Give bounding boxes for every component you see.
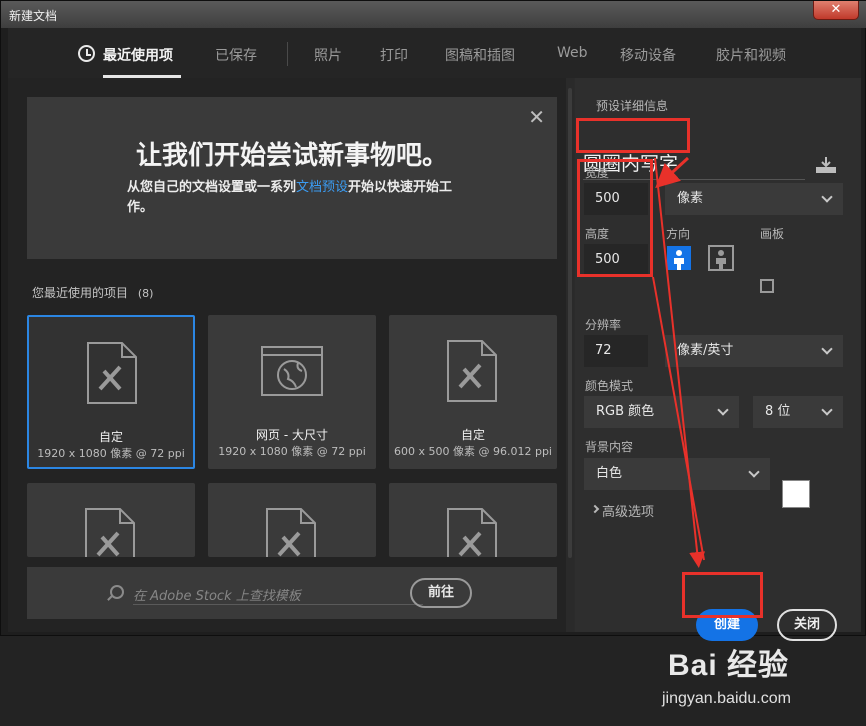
close-icon[interactable]: ✕: [528, 107, 545, 127]
title-bar: 新建文档 ✕: [1, 1, 866, 28]
new-document-dialog: 最近使用项 已保存 照片 打印 图稿和插图 Web 移动设备 胶片和视频 让我们…: [8, 28, 861, 641]
annotation-box-size: [577, 159, 653, 277]
chevron-down-icon: [717, 404, 729, 416]
chevron-down-icon: [821, 404, 833, 416]
tab-film-video[interactable]: 胶片和视频: [716, 45, 786, 65]
color-mode-select[interactable]: RGB 颜色: [584, 396, 739, 428]
chevron-down-icon: [748, 466, 760, 478]
tab-saved[interactable]: 已保存: [215, 45, 257, 65]
size-unit-select[interactable]: 像素: [665, 183, 843, 215]
welcome-title: 让我们开始尝试新事物吧。: [135, 141, 448, 171]
chevron-down-icon: [821, 343, 833, 355]
color-mode-label: 颜色模式: [585, 379, 634, 393]
background-select[interactable]: 白色: [584, 458, 770, 490]
web-globe-icon: [261, 346, 323, 396]
background-value: 白色: [596, 466, 623, 481]
stock-search-input[interactable]: 在 Adobe Stock 上查找模板: [133, 585, 423, 605]
preset-details-label: 预设详细信息: [596, 99, 669, 113]
tab-print[interactable]: 打印: [380, 45, 408, 65]
background-label: 背景内容: [585, 440, 634, 454]
clock-icon: [78, 45, 95, 62]
stock-search-bar: 在 Adobe Stock 上查找模板 前往: [27, 567, 557, 619]
recent-card[interactable]: [389, 483, 557, 557]
resolution-label: 分辨率: [585, 318, 622, 332]
orientation-label: 方向: [666, 227, 691, 241]
recent-card[interactable]: [208, 483, 376, 557]
recent-card[interactable]: 自定 1920 x 1080 像素 @ 72 ppi: [27, 315, 195, 469]
background-color-swatch[interactable]: [782, 480, 810, 508]
card-size: 1920 x 1080 像素 @ 72 ppi: [218, 445, 366, 458]
welcome-banner: 让我们开始尝试新事物吧。 从您自己的文档设置或一系列文档预设开始以快速开始工作。…: [27, 97, 557, 259]
scrollbar-thumb[interactable]: [568, 88, 572, 558]
tab-photo[interactable]: 照片: [314, 45, 342, 65]
document-ruler-icon: [85, 508, 135, 557]
tab-recent[interactable]: 最近使用项: [103, 45, 173, 65]
document-presets-link[interactable]: 文档预设: [296, 180, 348, 195]
document-ruler-icon: [266, 508, 316, 557]
bit-depth-select[interactable]: 8 位: [753, 396, 843, 428]
document-ruler-icon: [447, 508, 497, 557]
recent-label-text: 您最近使用的项目: [32, 286, 129, 300]
card-size: 1920 x 1080 像素 @ 72 ppi: [37, 447, 185, 460]
window-close-button[interactable]: ✕: [813, 1, 859, 20]
tab-art-illustration[interactable]: 图稿和插图: [445, 45, 515, 65]
document-ruler-icon: [447, 340, 497, 402]
document-ruler-icon: [87, 342, 137, 404]
landscape-orientation-icon[interactable]: [708, 245, 734, 271]
artboard-checkbox[interactable]: [760, 279, 774, 293]
size-unit-value: 像素: [677, 191, 704, 206]
welcome-text: 从您自己的文档设置或一系列: [127, 180, 297, 195]
resolution-unit-value: 像素/英寸: [677, 343, 734, 358]
bit-depth-value: 8 位: [765, 404, 791, 419]
close-button[interactable]: 关闭: [777, 609, 837, 641]
recent-card[interactable]: [27, 483, 195, 557]
portrait-orientation-icon[interactable]: [666, 245, 692, 271]
card-title: 自定: [98, 430, 123, 444]
watermark-brand: Bai 经验: [668, 649, 790, 682]
recent-count: (8): [137, 287, 154, 300]
category-tabs: 最近使用项 已保存 照片 打印 图稿和插图 Web 移动设备 胶片和视频: [8, 28, 861, 78]
recent-items-label: 您最近使用的项目 (8): [32, 284, 153, 301]
recent-card[interactable]: 自定 600 x 500 像素 @ 96.012 ppi: [389, 315, 557, 469]
search-icon: [110, 585, 124, 599]
chevron-down-icon: [821, 191, 833, 203]
card-title: 自定: [460, 428, 485, 442]
advanced-options-toggle[interactable]: 高级选项: [602, 501, 654, 520]
welcome-body: 从您自己的文档设置或一系列文档预设开始以快速开始工作。: [127, 178, 467, 218]
window-title: 新建文档: [9, 9, 58, 23]
recent-pane: 让我们开始尝试新事物吧。 从您自己的文档设置或一系列文档预设开始以快速开始工作。…: [8, 78, 574, 632]
annotation-box-name: [576, 118, 690, 153]
save-preset-icon[interactable]: [815, 156, 837, 174]
recent-card[interactable]: 网页 - 大尺寸 1920 x 1080 像素 @ 72 ppi: [208, 315, 376, 469]
annotation-box-create: [682, 572, 763, 618]
baidu-watermark: Bai 经验 jingyan.baidu.com: [648, 640, 848, 720]
resolution-unit-select[interactable]: 像素/英寸: [665, 335, 843, 367]
tab-web[interactable]: Web: [557, 45, 588, 61]
go-button[interactable]: 前往: [410, 578, 472, 608]
color-mode-value: RGB 颜色: [596, 404, 655, 419]
chevron-right-icon[interactable]: [590, 504, 600, 514]
resolution-input[interactable]: 72: [584, 335, 648, 367]
dialog-window: 新建文档 ✕ 最近使用项 已保存 照片 打印 图稿和插图 Web 移动设备 胶片…: [0, 0, 866, 641]
tab-mobile[interactable]: 移动设备: [620, 45, 676, 65]
artboard-label: 画板: [760, 227, 785, 241]
watermark-url: jingyan.baidu.com: [662, 690, 791, 707]
tab-divider: [287, 42, 288, 66]
card-size: 600 x 500 像素 @ 96.012 ppi: [394, 445, 552, 458]
card-title: 网页 - 大尺寸: [256, 428, 328, 442]
